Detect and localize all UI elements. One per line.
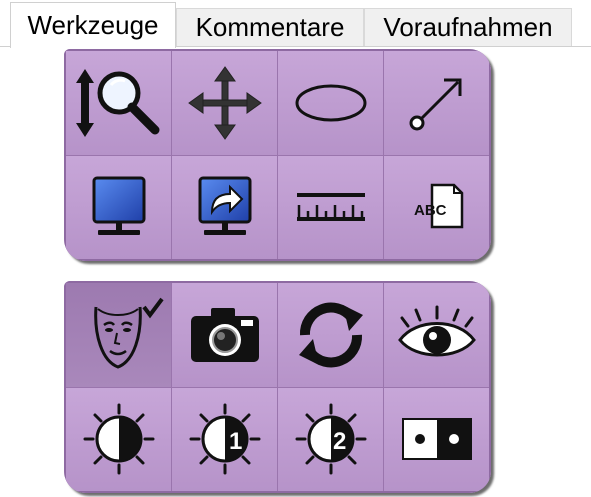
refresh-tool-button[interactable]: [278, 283, 383, 387]
pan-move-icon: [187, 65, 262, 140]
tab-bar: Werkzeuge Kommentare Voraufnahmen: [0, 0, 591, 48]
contrast-1-tool-button[interactable]: 1: [172, 387, 277, 491]
ruler-icon: [296, 193, 365, 222]
text-icon-label: ABC: [414, 202, 447, 219]
face-check-icon: [93, 297, 164, 369]
view-tools-toolbox: 1 2: [64, 281, 491, 493]
contrast-2-icon: 2: [295, 403, 366, 475]
ellipse-icon: [295, 84, 366, 122]
ruler-tool-button[interactable]: [278, 155, 383, 259]
arrow-tool-button[interactable]: [384, 51, 489, 155]
dots-toggle-tool-button[interactable]: [384, 387, 489, 491]
tab-label: Werkzeuge: [27, 10, 159, 40]
arrow-annotation-icon: [409, 78, 461, 131]
monitor-tool-button[interactable]: [66, 155, 171, 259]
contrast-tool-button[interactable]: [66, 387, 171, 491]
contrast-1-icon: 1: [189, 403, 260, 475]
refresh-icon: [298, 302, 363, 368]
contrast-2-label: 2: [333, 428, 346, 455]
image-tools-toolbox: ABC: [64, 49, 491, 261]
camera-icon: [190, 307, 259, 362]
eye-icon: [397, 305, 476, 357]
zoom-tool-button[interactable]: [66, 51, 171, 155]
monitor-icon: [92, 176, 145, 236]
tab-werkzeuge[interactable]: Werkzeuge: [10, 2, 176, 48]
contrast-icon: [83, 403, 154, 475]
camera-tool-button[interactable]: [172, 283, 277, 387]
image-tools-grid: ABC: [66, 51, 489, 259]
dots-toggle-icon: [401, 418, 472, 461]
tab-voraufnahmen[interactable]: Voraufnahmen: [364, 8, 572, 46]
text-tool-button[interactable]: ABC: [384, 155, 489, 259]
eye-tool-button[interactable]: [384, 283, 489, 387]
zoom-magnifier-icon: [75, 68, 159, 137]
contrast-2-tool-button[interactable]: 2: [278, 387, 383, 491]
face-check-tool-button[interactable]: [66, 283, 171, 387]
contrast-1-label: 1: [229, 428, 242, 455]
text-annotation-icon: ABC: [414, 184, 463, 229]
view-tools-grid: 1 2: [66, 283, 489, 491]
tab-label: Kommentare: [195, 12, 345, 42]
monitor-share-icon: [198, 176, 251, 236]
ellipse-tool-button[interactable]: [278, 51, 383, 155]
pan-tool-button[interactable]: [172, 51, 277, 155]
tab-label: Voraufnahmen: [383, 12, 553, 42]
monitor-share-tool-button[interactable]: [172, 155, 277, 259]
tab-kommentare[interactable]: Kommentare: [176, 8, 364, 46]
